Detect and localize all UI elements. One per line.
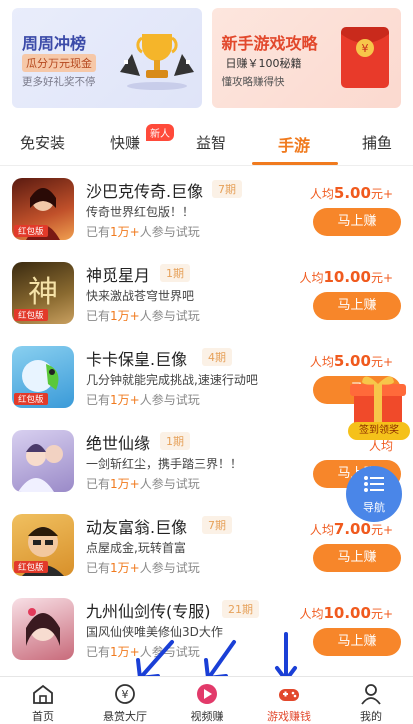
- reward-amount: 人均10.00元+: [299, 604, 393, 622]
- game-icon: [12, 430, 74, 492]
- nav-bounty-hall[interactable]: ¥ 悬赏大厅: [84, 677, 166, 724]
- tab-install-free[interactable]: 免安装: [20, 132, 65, 153]
- red-packet-ribbon: 红包版: [14, 225, 48, 237]
- new-user-badge: 新人: [146, 124, 174, 141]
- nav-label: 首页: [32, 710, 54, 723]
- active-tab-indicator: [252, 162, 338, 165]
- svg-text:神: 神: [28, 275, 58, 310]
- player-count: 已有1万+人参与试玩: [86, 225, 200, 239]
- list-item[interactable]: 红包版 动友富翁.巨像 7期 点屋成金,玩转首富 已有1万+人参与试玩 人均7.…: [0, 504, 413, 588]
- trophy-icon: [119, 34, 194, 90]
- period-badge: 7期: [202, 516, 232, 534]
- reward-amount: 人均10.00元+: [299, 268, 393, 286]
- gamepad-icon: [279, 689, 299, 701]
- banner-tag: 瓜分万元现金: [22, 54, 96, 72]
- floating-nav-label: 导航: [363, 501, 385, 514]
- game-name: 沙巴克传奇.巨像: [86, 182, 204, 201]
- nav-label: 视频赚: [190, 710, 224, 723]
- nav-game-earn[interactable]: 游戏赚钱: [248, 677, 330, 724]
- category-tabs: 免安装 快赚 益智 手游 捕鱼: [0, 118, 413, 166]
- game-name: 九州仙剑传(专服): [86, 602, 211, 621]
- red-packet-ribbon: 红包版: [14, 309, 48, 321]
- nav-profile[interactable]: 我的: [330, 677, 412, 724]
- nav-label: 游戏赚钱: [267, 710, 311, 723]
- reward-amount: 人均5.00元+: [309, 352, 393, 370]
- player-count: 已有1万+人参与试玩: [86, 393, 200, 407]
- game-icon: [12, 598, 74, 660]
- period-badge: 21期: [222, 600, 259, 618]
- tab-quick-earn[interactable]: 快赚: [110, 132, 140, 153]
- reward-amount: 人均7.00元+: [309, 520, 393, 538]
- nav-label: 悬赏大厅: [103, 710, 147, 723]
- player-count: 已有1万+人参与试玩: [86, 477, 200, 491]
- player-count: 已有1万+人参与试玩: [86, 309, 200, 323]
- period-badge: 4期: [202, 348, 232, 366]
- novice-guide-banner[interactable]: 新手游戏攻略 日赚￥100秘籍 懂攻略赚得快 ¥: [211, 8, 401, 108]
- game-icon: 红包版: [12, 514, 74, 576]
- period-badge: 1期: [160, 264, 190, 282]
- red-packet-ribbon: 红包版: [14, 561, 48, 573]
- player-count: 已有1万+人参与试玩: [86, 561, 200, 575]
- tab-mobile-games[interactable]: 手游: [278, 132, 310, 156]
- nav-label: 我的: [360, 710, 382, 723]
- period-badge: 1期: [160, 432, 190, 450]
- list-item[interactable]: 红包版 沙巴克传奇.巨像 7期 传奇世界红包版！！ 已有1万+人参与试玩 人均5…: [0, 168, 413, 252]
- earn-now-button[interactable]: 马上赚: [313, 208, 401, 236]
- home-icon: [33, 684, 53, 704]
- floating-nav-button[interactable]: 导航: [346, 466, 402, 522]
- banner-title: 新手游戏攻略: [221, 34, 318, 53]
- game-icon: 神 红包版: [12, 262, 74, 324]
- game-icon: 红包版: [12, 178, 74, 240]
- game-icon: 红包版: [12, 346, 74, 408]
- yuan-coin-icon: ¥: [115, 684, 135, 704]
- game-description: 快来激战苍穹世界吧: [86, 289, 195, 303]
- bottom-navigation: 首页 ¥ 悬赏大厅 视频赚 游戏赚钱 我的: [0, 676, 413, 724]
- banner-title: 周周冲榜: [22, 34, 87, 53]
- reward-amount: 人均5.00元+: [309, 184, 393, 202]
- period-badge: 7期: [212, 180, 242, 198]
- banner-row: 周周冲榜 瓜分万元现金 更多好礼奖不停 新手游戏攻略 日赚￥100秘籍 懂攻略赚…: [12, 8, 401, 108]
- video-play-icon: [197, 684, 217, 704]
- game-name: 神觅星月: [86, 266, 151, 285]
- earn-now-button[interactable]: 马上赚: [313, 292, 401, 320]
- svg-text:¥: ¥: [122, 688, 129, 701]
- banner-subtitle: 懂攻略赚得快: [221, 76, 285, 88]
- nav-home[interactable]: 首页: [2, 677, 84, 724]
- nav-video-earn[interactable]: 视频赚: [166, 677, 248, 724]
- banner-tag: 日赚￥100秘籍: [225, 57, 302, 70]
- red-packet-ribbon: 红包版: [14, 393, 48, 405]
- game-description: 一剑斩红尘，携手踏三界！！: [86, 457, 243, 471]
- banner-subtitle: 更多好礼奖不停: [22, 76, 96, 88]
- check-in-reward-label[interactable]: 签到领奖: [348, 422, 410, 440]
- earn-now-button[interactable]: 马上赚: [313, 544, 401, 572]
- tab-puzzle[interactable]: 益智: [196, 132, 226, 153]
- game-description: 点屋成金,玩转首富: [86, 541, 186, 555]
- game-name: 卡卡保皇.巨像: [86, 350, 188, 369]
- red-envelope-icon: ¥: [341, 27, 389, 88]
- weekly-rank-banner[interactable]: 周周冲榜 瓜分万元现金 更多好礼奖不停: [12, 8, 202, 108]
- list-item[interactable]: 神 红包版 神觅星月 1期 快来激战苍穹世界吧 已有1万+人参与试玩 人均10.…: [0, 252, 413, 336]
- game-description: 几分钟就能完成挑战,速速行动吧: [86, 373, 258, 387]
- tab-fishing[interactable]: 捕鱼: [362, 132, 392, 153]
- user-icon: [361, 684, 381, 705]
- earn-now-button[interactable]: 马上赚: [313, 628, 401, 656]
- game-name: 绝世仙缘: [86, 434, 151, 453]
- game-name: 动友富翁.巨像: [86, 518, 188, 537]
- svg-text:¥: ¥: [362, 42, 369, 55]
- game-description: 传奇世界红包版！！: [86, 205, 195, 219]
- list-icon: [364, 476, 384, 492]
